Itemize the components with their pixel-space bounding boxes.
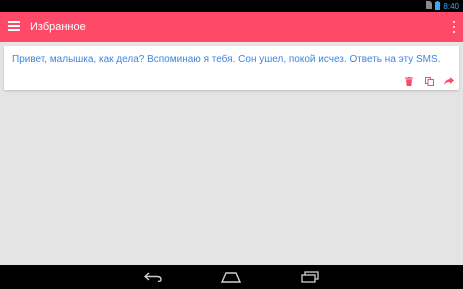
navigation-bar xyxy=(0,265,463,289)
delete-icon[interactable] xyxy=(404,76,414,86)
favorite-message-text[interactable]: Привет, малышка, как дела? Вспоминаю я т… xyxy=(12,53,453,66)
status-bar: 8:40 xyxy=(0,0,463,12)
hamburger-icon[interactable] xyxy=(8,21,20,33)
battery-icon xyxy=(435,0,441,12)
share-icon[interactable] xyxy=(444,76,454,86)
favorite-card[interactable]: Привет, малышка, как дела? Вспоминаю я т… xyxy=(4,46,459,90)
status-icons: 8:40 xyxy=(426,0,459,12)
sim-icon xyxy=(426,1,433,11)
app-bar: Избранное xyxy=(0,12,463,42)
recents-icon[interactable] xyxy=(300,270,320,284)
copy-icon[interactable] xyxy=(424,76,434,86)
more-vert-icon[interactable] xyxy=(451,21,457,33)
page-title: Избранное xyxy=(30,21,86,33)
card-actions xyxy=(404,76,454,86)
clock: 8:40 xyxy=(443,1,459,11)
back-icon[interactable] xyxy=(143,270,163,284)
home-icon[interactable] xyxy=(221,270,241,284)
